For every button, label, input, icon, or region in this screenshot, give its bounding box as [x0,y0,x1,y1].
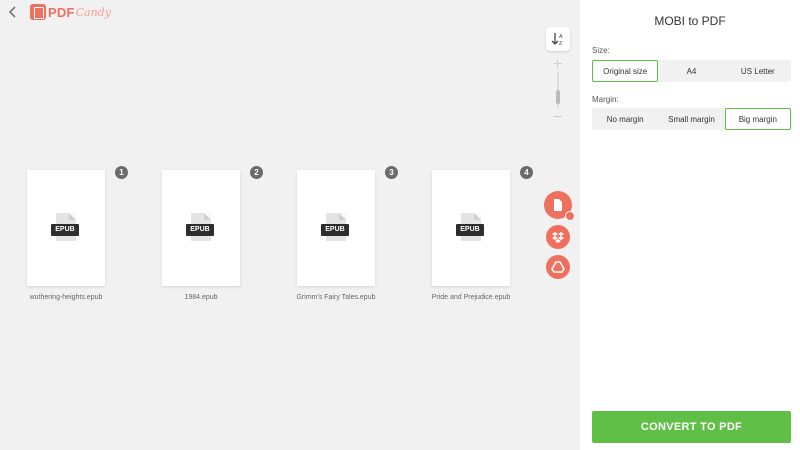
file-index-badge: 3 [385,166,398,179]
dropbox-icon [552,232,564,243]
logo-pdf-text: PDF [48,4,75,20]
file-card-3[interactable]: EPUB [297,170,375,286]
file-name: Grimm's Fairy Tales.epub [296,294,376,301]
sort-az-button[interactable]: A Z [546,27,570,51]
pdfcandy-logo[interactable]: PDF Candy [30,3,111,21]
file-index-badge: 4 [520,166,533,179]
file-index-badge: 1 [115,166,128,179]
add-file-icon [554,199,562,211]
margin-option-small[interactable]: Small margin [658,108,724,130]
epub-file-icon: EPUB [186,213,214,243]
size-option-original[interactable]: Original size [592,60,659,82]
margin-selector: No margin Small margin Big margin [592,108,791,130]
logo-candy-text: Candy [75,5,111,19]
logo-mark-icon [30,4,46,20]
file-card-4[interactable]: EPUB [432,170,510,286]
sort-az-icon: A Z [551,33,563,47]
plus-icon [565,211,575,221]
margin-label: Margin: [592,95,619,104]
zoom-thumb[interactable] [556,90,560,104]
file-name: Pride and Prejudice.epub [431,294,511,301]
margin-option-none[interactable]: No margin [592,108,658,130]
options-panel: MOBI to PDF Size: Original size A4 US Le… [580,0,800,450]
svg-text:A: A [559,34,563,40]
margin-option-big[interactable]: Big margin [724,108,791,130]
svg-text:Z: Z [559,41,563,47]
back-arrow-icon[interactable] [6,4,20,20]
size-option-a4[interactable]: A4 [658,60,724,82]
file-card-2[interactable]: EPUB [162,170,240,286]
zoom-out-icon[interactable] [554,116,562,117]
google-drive-icon [551,261,565,273]
zoom-in-icon[interactable] [554,60,562,68]
size-label: Size: [592,46,610,55]
epub-file-icon: EPUB [321,213,349,243]
dropbox-button[interactable] [546,225,570,249]
add-file-button[interactable] [544,191,575,221]
size-option-us-letter[interactable]: US Letter [725,60,791,82]
google-drive-button[interactable] [546,255,570,279]
panel-title: MOBI to PDF [654,14,726,28]
zoom-slider[interactable] [552,60,564,120]
size-selector: Original size A4 US Letter [592,60,791,82]
convert-button[interactable]: CONVERT TO PDF [592,411,791,443]
file-name: wuthering-heights.epub [29,294,103,301]
file-name: 1984.epub [184,294,218,301]
file-card-1[interactable]: EPUB [27,170,105,286]
epub-file-icon: EPUB [456,213,484,243]
epub-file-icon: EPUB [51,213,79,243]
file-index-badge: 2 [250,166,263,179]
